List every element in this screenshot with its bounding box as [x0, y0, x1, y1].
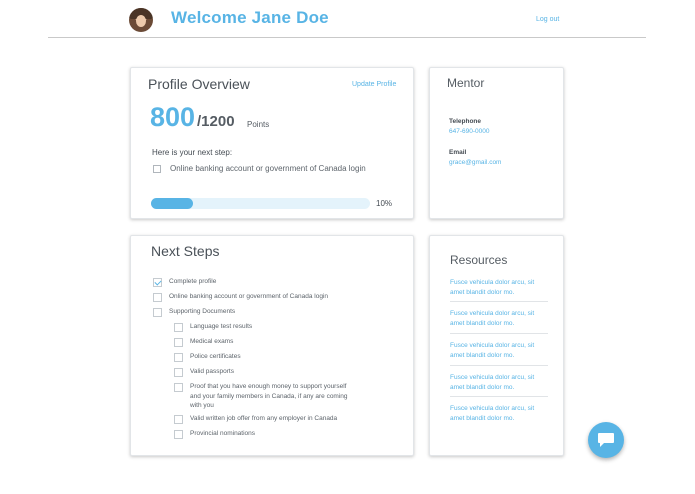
chat-bubble-icon [598, 433, 614, 447]
next-step-label: Here is your next step: [152, 148, 233, 157]
step-label: Provincial nominations [190, 430, 256, 437]
profile-title: Profile Overview [148, 76, 250, 92]
step-subitem[interactable]: Police certificates [174, 352, 241, 362]
step-label: Valid passports [190, 368, 234, 375]
resource-link[interactable]: Fusce vehicula dolor arcu, sit amet blan… [450, 373, 550, 392]
telephone-label: Telephone [449, 118, 482, 125]
page-title: Welcome Jane Doe [171, 8, 329, 27]
progress-bar [151, 198, 370, 209]
step-checkbox-checked[interactable] [153, 278, 162, 287]
email-label: Email [449, 149, 467, 156]
telephone-link[interactable]: 647-690-0000 [449, 128, 489, 135]
resource-link[interactable]: Fusce vehicula dolor arcu, sit amet blan… [450, 309, 550, 328]
mentor-card: Mentor Telephone 647-690-0000 Email grac… [429, 67, 564, 219]
resource-divider [450, 396, 548, 397]
step-subitem[interactable]: Valid passports [174, 367, 234, 377]
chat-button[interactable] [588, 422, 624, 458]
step-label: Proof that you have enough money to supp… [190, 383, 348, 409]
mentor-title: Mentor [447, 76, 485, 90]
step-label: Online banking account or government of … [169, 293, 328, 300]
step-checkbox[interactable] [174, 383, 183, 392]
resource-divider [450, 365, 548, 366]
step-subitem[interactable]: Provincial nominations [174, 429, 255, 439]
resource-link[interactable]: Fusce vehicula dolor arcu, sit amet blan… [450, 404, 550, 423]
step-checkbox[interactable] [174, 323, 183, 332]
update-profile-link[interactable]: Update Profile [352, 81, 396, 88]
resources-title: Resources [450, 253, 508, 267]
step-checkbox[interactable] [174, 415, 183, 424]
avatar[interactable] [129, 8, 153, 32]
step-checkbox[interactable] [174, 368, 183, 377]
resource-link[interactable]: Fusce vehicula dolor arcu, sit amet blan… [450, 341, 550, 360]
avatar-face [136, 15, 146, 27]
resource-divider [450, 301, 548, 302]
step-subitem[interactable]: Proof that you have enough money to supp… [174, 382, 354, 411]
step-item[interactable]: Online banking account or government of … [153, 292, 328, 302]
step-checkbox[interactable] [174, 430, 183, 439]
resource-link[interactable]: Fusce vehicula dolor arcu, sit amet blan… [450, 278, 550, 297]
step-label: Medical exams [190, 338, 234, 345]
email-link[interactable]: grace@gmail.com [449, 159, 501, 166]
step-item[interactable]: Complete profile [153, 277, 216, 287]
resource-divider [450, 333, 548, 334]
logout-link[interactable]: Log out [536, 16, 559, 23]
profile-overview-card: Profile Overview Update Profile 800 /120… [130, 67, 414, 219]
next-steps-title: Next Steps [151, 243, 220, 259]
header-divider [48, 37, 646, 38]
step-subitem[interactable]: Medical exams [174, 337, 233, 347]
next-step-checkbox[interactable] [153, 165, 161, 173]
progress-percent: 10% [376, 199, 393, 208]
step-label: Language test results [190, 323, 253, 330]
step-label: Police certificates [190, 353, 241, 360]
step-item[interactable]: Supporting Documents [153, 307, 235, 317]
step-checkbox[interactable] [174, 353, 183, 362]
next-steps-card: Next Steps Complete profile Online banki… [130, 235, 414, 456]
step-checkbox[interactable] [153, 308, 162, 317]
next-step-item: Online banking account or government of … [170, 164, 366, 173]
resources-card: Resources Fusce vehicula dolor arcu, sit… [429, 235, 564, 456]
step-subitem[interactable]: Language test results [174, 322, 252, 332]
step-label: Valid written job offer from any employe… [190, 415, 338, 422]
points-unit: Points [247, 120, 270, 129]
progress-fill [151, 198, 193, 209]
points-value: 800 [150, 102, 196, 132]
points-total: /1200 [197, 113, 235, 130]
step-checkbox[interactable] [153, 293, 162, 302]
step-checkbox[interactable] [174, 338, 183, 347]
step-label: Complete profile [169, 278, 217, 285]
step-subitem[interactable]: Valid written job offer from any employe… [174, 414, 337, 424]
step-label: Supporting Documents [169, 308, 236, 315]
